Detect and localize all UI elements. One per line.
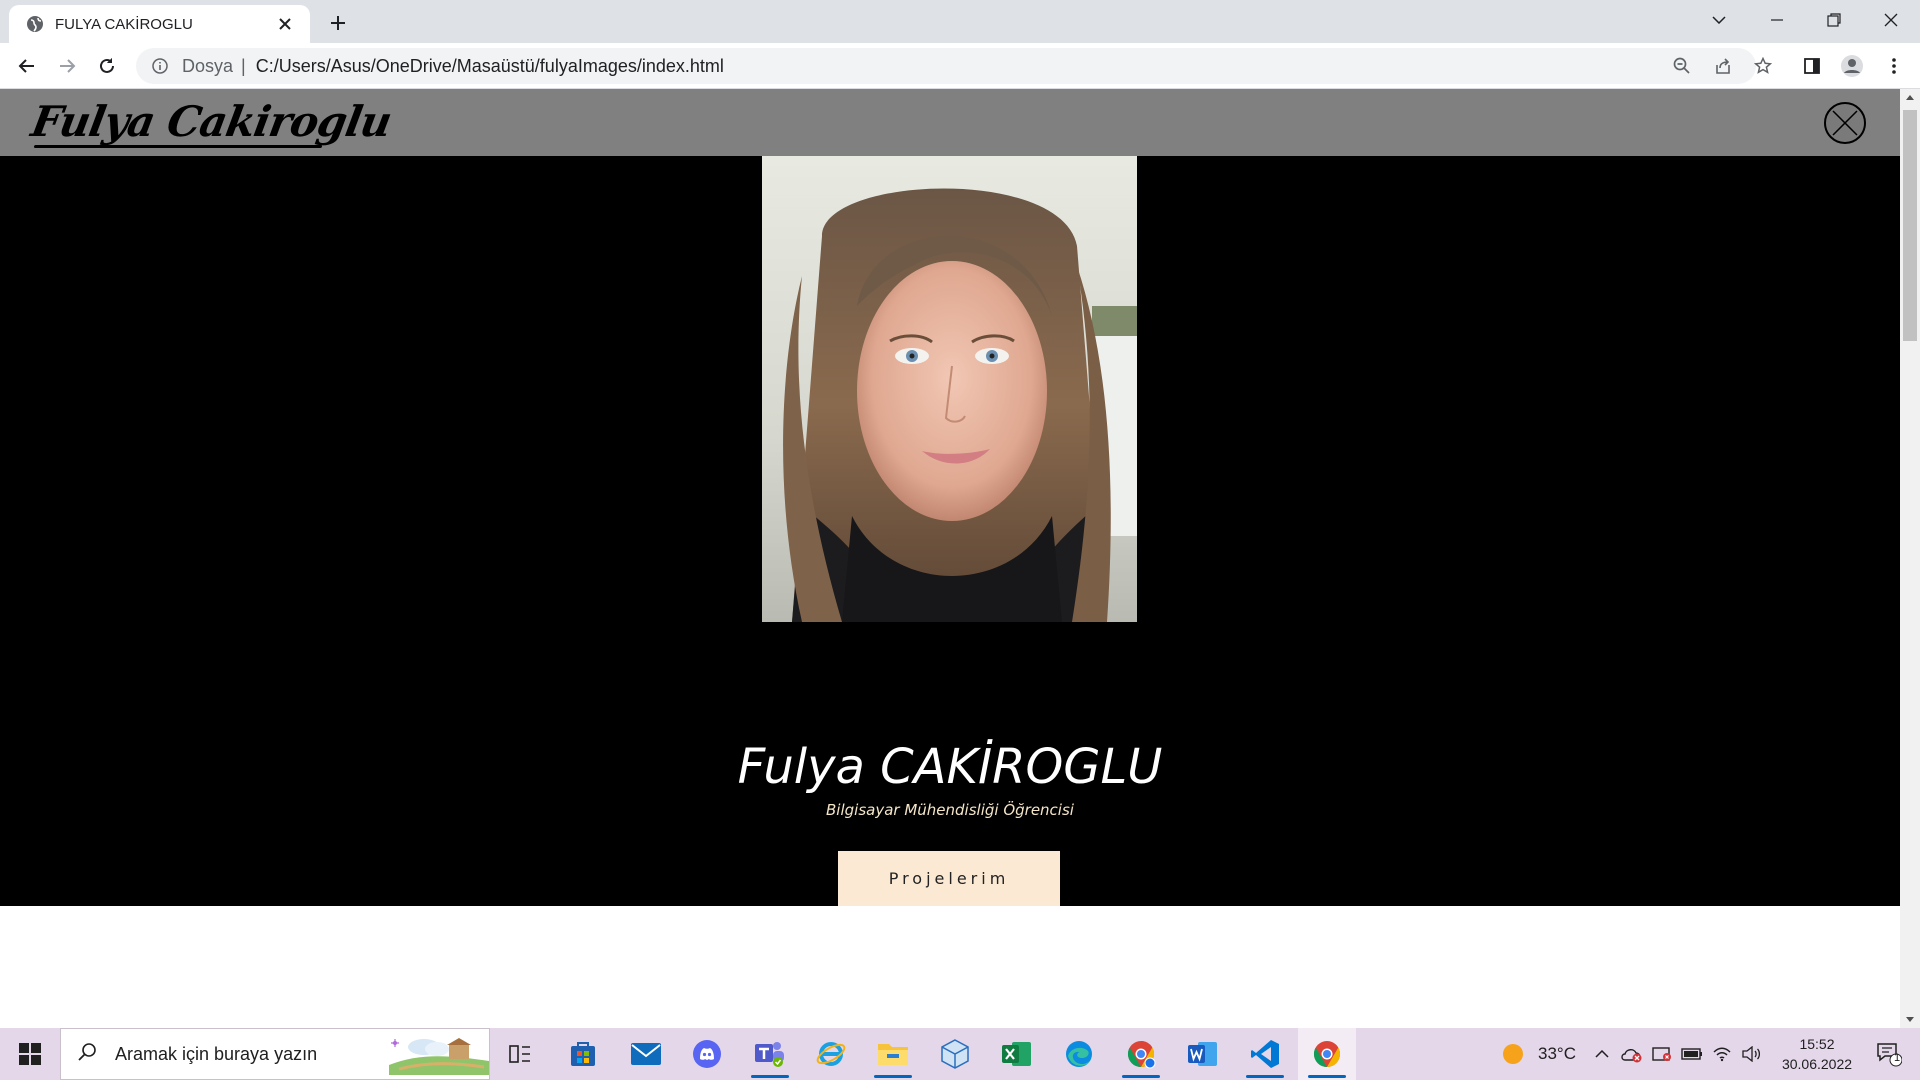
search-highlight-illustration-icon — [389, 1035, 489, 1075]
vscode-icon[interactable] — [1236, 1028, 1294, 1080]
share-icon[interactable] — [1709, 52, 1737, 80]
tab-close-icon[interactable] — [274, 13, 296, 35]
zoom-icon[interactable] — [1668, 52, 1696, 80]
browser-menu-icon[interactable] — [1880, 52, 1908, 80]
projects-button[interactable]: Projelerim — [838, 851, 1060, 906]
notification-center-icon[interactable]: 1 — [1866, 1028, 1912, 1080]
search-placeholder: Aramak için buraya yazın — [115, 1043, 318, 1064]
mail-icon[interactable] — [617, 1028, 675, 1080]
site-header: Fulya Cakiroglu — [0, 89, 1900, 156]
back-button[interactable] — [11, 50, 43, 82]
hero-subtitle: Bilgisayar Mühendisliği Öğrencisi — [826, 801, 1074, 819]
close-window-button[interactable] — [1862, 0, 1920, 40]
weather-temperature[interactable]: 33°C — [1532, 1028, 1582, 1080]
hero-section: Fulya CAKİROGLU Bilgisayar Mühendisliği … — [0, 156, 1900, 906]
browser-tab-strip: FULYA CAKİROGLU — [0, 0, 1920, 43]
discord-icon[interactable] — [678, 1028, 736, 1080]
file-explorer-icon[interactable] — [864, 1028, 922, 1080]
notification-count: 1 — [1894, 1052, 1901, 1064]
address-scheme: Dosya — [182, 55, 234, 76]
word-icon[interactable] — [1174, 1028, 1232, 1080]
reload-button[interactable] — [91, 50, 123, 82]
restore-button[interactable] — [1805, 0, 1863, 40]
search-icon — [77, 1042, 97, 1067]
side-panel-icon[interactable] — [1798, 52, 1826, 80]
address-url: C:/Users/Asus/OneDrive/Masaüstü/fulyaIma… — [255, 55, 724, 76]
logo-underline — [33, 145, 323, 148]
tab-title: FULYA CAKİROGLU — [55, 15, 193, 33]
windows-taskbar: Aramak için buraya yazın 33°C 15:52 30.0… — [0, 1028, 1920, 1080]
windows-start-icon[interactable] — [0, 1028, 60, 1080]
chrome-profile-icon[interactable] — [1112, 1028, 1170, 1080]
taskbar-clock[interactable]: 15:52 30.06.2022 — [1772, 1034, 1862, 1074]
address-bar[interactable]: Dosya | C:/Users/Asus/OneDrive/Masaüstü/… — [136, 48, 1756, 84]
microsoft-store-icon[interactable] — [554, 1028, 612, 1080]
forward-button[interactable] — [51, 50, 83, 82]
chrome-icon[interactable] — [1298, 1028, 1356, 1080]
menu-close-icon[interactable] — [1824, 102, 1866, 144]
site-info-icon[interactable] — [150, 56, 170, 76]
tray-overflow-chevron-icon[interactable] — [1590, 1028, 1614, 1080]
scroll-down-arrow-icon[interactable] — [1900, 1011, 1920, 1028]
minimize-button[interactable] — [1748, 0, 1806, 40]
page-scrollbar[interactable] — [1900, 89, 1920, 1028]
bookmark-star-icon[interactable] — [1749, 52, 1777, 80]
browser-toolbar: Dosya | C:/Users/Asus/OneDrive/Masaüstü/… — [0, 43, 1920, 89]
clock-time: 15:52 — [1799, 1036, 1835, 1052]
task-view-icon[interactable] — [491, 1028, 549, 1080]
taskbar-search-box[interactable]: Aramak için buraya yazın — [60, 1028, 490, 1080]
tab-search-chevron-icon[interactable] — [1690, 0, 1748, 40]
clock-date: 30.06.2022 — [1781, 1056, 1853, 1072]
3d-viewer-icon[interactable] — [926, 1028, 984, 1080]
new-tab-button[interactable] — [324, 9, 352, 37]
security-center-icon[interactable] — [1648, 1028, 1676, 1080]
scroll-up-arrow-icon[interactable] — [1900, 89, 1920, 106]
battery-icon[interactable] — [1678, 1028, 1706, 1080]
weather-sun-icon[interactable] — [1496, 1028, 1530, 1080]
internet-explorer-icon[interactable] — [802, 1028, 860, 1080]
page-viewport: Fulya Cakiroglu Fulya CAKİROGLU Bilgisay… — [0, 89, 1900, 1028]
address-separator: | — [241, 55, 246, 76]
edge-icon[interactable] — [1050, 1028, 1108, 1080]
site-logo[interactable]: Fulya Cakiroglu — [28, 97, 395, 146]
portrait-photo — [762, 156, 1137, 622]
excel-icon[interactable] — [988, 1028, 1046, 1080]
hero-name: Fulya CAKİROGLU — [737, 739, 1163, 795]
onedrive-error-icon[interactable] — [1618, 1028, 1646, 1080]
wifi-icon[interactable] — [1708, 1028, 1736, 1080]
volume-icon[interactable] — [1738, 1028, 1766, 1080]
teams-icon[interactable] — [741, 1028, 799, 1080]
scrollbar-thumb[interactable] — [1903, 110, 1917, 341]
globe-icon — [25, 14, 45, 34]
profile-avatar-icon[interactable] — [1838, 52, 1866, 80]
browser-tab[interactable]: FULYA CAKİROGLU — [9, 5, 310, 43]
